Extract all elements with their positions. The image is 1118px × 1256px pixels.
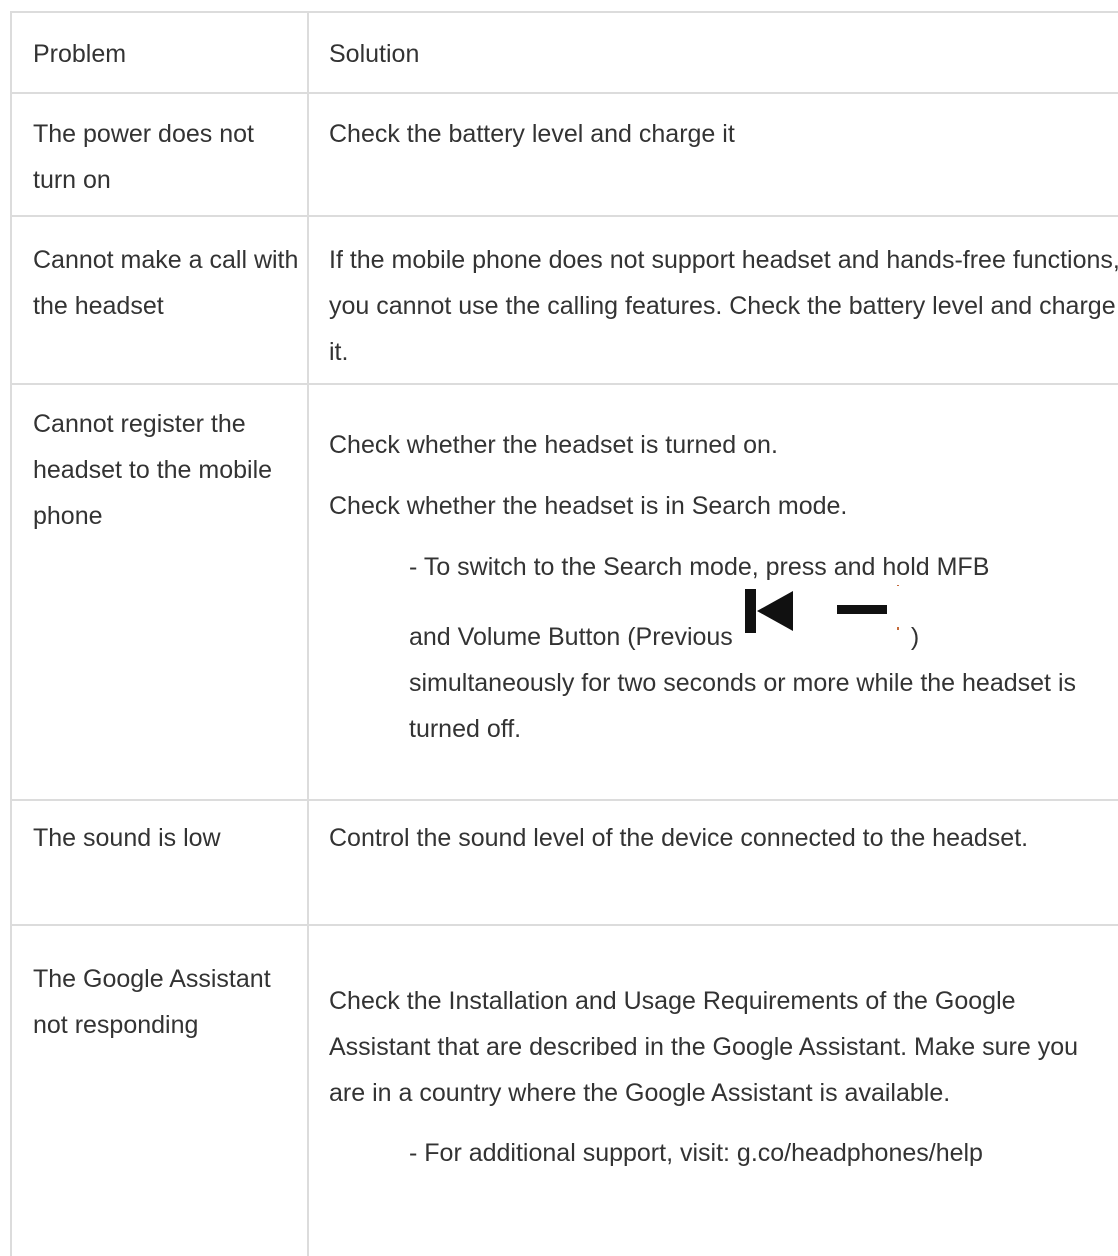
troubleshooting-table: Problem Solution The power does not turn…	[10, 11, 1118, 1256]
problem-cell: The Google Assistant not responding	[12, 926, 309, 1256]
solution-text: Control the sound level of the device co…	[329, 824, 1029, 852]
table-row: The power does not turn on Check the bat…	[12, 94, 1118, 217]
solution-text: If the mobile phone does not support hea…	[329, 246, 1118, 366]
problem-cell: The power does not turn on	[12, 94, 309, 215]
instruction-line: and Volume Button (Previous)	[409, 585, 1118, 660]
previous-volume-down-icon	[733, 585, 911, 645]
solution-cell: Check the battery level and charge it	[309, 94, 1118, 215]
instruction-line: - To switch to the Search mode, press an…	[409, 553, 990, 581]
solution-cell: Control the sound level of the device co…	[309, 801, 1118, 924]
table-row: Cannot register the headset to the mobil…	[12, 385, 1118, 801]
table-row: The Google Assistant not responding Chec…	[12, 926, 1118, 1256]
solution-text: Check the Installation and Usage Require…	[329, 987, 1079, 1107]
header-problem: Problem	[12, 13, 309, 92]
solution-text: Check the battery level and charge it	[329, 120, 735, 148]
problem-cell: Cannot make a call with the headset	[12, 217, 309, 383]
header-solution: Solution	[329, 40, 420, 68]
solution-cell: Check the Installation and Usage Require…	[309, 926, 1118, 1256]
table-row: Cannot make a call with the headset If t…	[12, 217, 1118, 385]
instruction-line: simultaneously for two seconds or more w…	[409, 669, 1076, 743]
table-row: The sound is low Control the sound level…	[12, 801, 1118, 926]
solution-cell: If the mobile phone does not support hea…	[309, 217, 1118, 383]
problem-cell: The sound is low	[12, 801, 309, 924]
solution-text: Check whether the headset is in Search m…	[329, 492, 848, 520]
solution-text: Check whether the headset is turned on.	[329, 431, 778, 459]
search-mode-instructions: - To switch to the Search mode, press an…	[329, 544, 1118, 752]
support-link-text: - For additional support, visit: g.co/he…	[409, 1139, 983, 1167]
solution-cell: Check whether the headset is turned on. …	[309, 385, 1118, 799]
table-header-row: Problem Solution	[12, 13, 1118, 94]
problem-cell: Cannot register the headset to the mobil…	[12, 385, 309, 799]
